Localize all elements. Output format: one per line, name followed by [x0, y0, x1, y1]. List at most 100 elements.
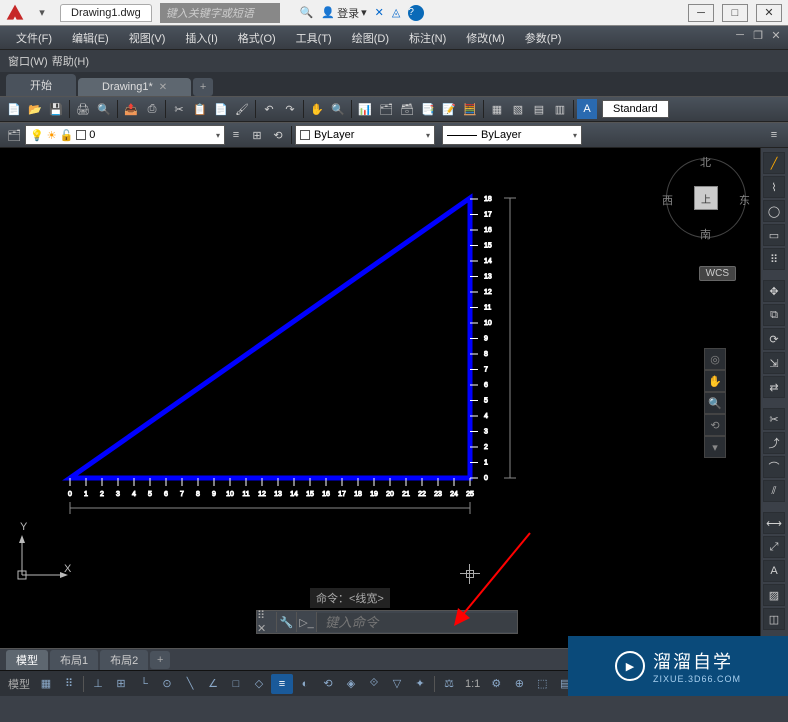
copy-tool-icon[interactable]: ⧉: [763, 304, 785, 326]
command-input[interactable]: [317, 613, 517, 632]
layer-states-icon[interactable]: ≡: [226, 125, 246, 145]
rotate-tool-icon[interactable]: ⟳: [763, 328, 785, 350]
menu-modify[interactable]: 修改(M): [458, 28, 513, 48]
app-logo[interactable]: [0, 0, 30, 26]
isodraft-icon[interactable]: ╲: [179, 674, 201, 694]
scale-label[interactable]: 1:1: [461, 678, 484, 690]
lineweight-toggle-icon[interactable]: ≡: [271, 674, 293, 694]
add-layout-button[interactable]: +: [150, 651, 170, 669]
designcenter-icon[interactable]: 🗂: [376, 99, 396, 119]
nav-show-icon[interactable]: ▾: [704, 436, 726, 458]
a360-icon[interactable]: ◬: [392, 6, 400, 19]
object-snap-icon[interactable]: ◇: [248, 674, 270, 694]
tb-icon-2[interactable]: ▧: [508, 99, 528, 119]
workspace-switch-icon[interactable]: ⚙: [485, 674, 507, 694]
menu-window[interactable]: 窗口(W): [8, 53, 48, 69]
3d-osnap-icon[interactable]: ◈: [340, 674, 362, 694]
menu-help[interactable]: 帮助(H): [52, 53, 89, 69]
units-icon[interactable]: ⬚: [531, 674, 553, 694]
menu-param[interactable]: 参数(P): [517, 28, 570, 48]
cut-icon[interactable]: ✂: [169, 99, 189, 119]
color-dropdown[interactable]: ByLayer ▾: [295, 125, 435, 145]
new-icon[interactable]: 📄: [4, 99, 24, 119]
array-tool-icon[interactable]: ⠿: [763, 248, 785, 270]
2d-osnap-icon[interactable]: □: [225, 674, 247, 694]
dynamic-input-icon[interactable]: ⊞: [110, 674, 132, 694]
textstyle-dropdown[interactable]: Standard: [602, 100, 669, 118]
save-icon[interactable]: 💾: [46, 99, 66, 119]
toolpalette-icon[interactable]: 🗃: [397, 99, 417, 119]
mdi-close-icon[interactable]: ✕: [768, 28, 784, 42]
dynamic-ucs-icon[interactable]: ⟐: [363, 674, 385, 694]
menu-view[interactable]: 视图(V): [121, 28, 174, 48]
textstyle-icon[interactable]: A: [577, 99, 597, 119]
scale-tool-icon[interactable]: ⇲: [763, 352, 785, 374]
menu-draw[interactable]: 绘图(D): [344, 28, 397, 48]
tab-close-icon[interactable]: ✕: [159, 82, 167, 93]
text-tool-icon[interactable]: A: [763, 560, 785, 582]
modelspace-label[interactable]: 模型: [4, 676, 34, 692]
quickcalc-icon[interactable]: 🧮: [460, 99, 480, 119]
help-search-input[interactable]: 键入关键字或短语: [160, 3, 280, 23]
search-icon[interactable]: 🔍: [300, 6, 314, 19]
login-button[interactable]: 👤 登录 ▾: [321, 5, 366, 21]
tab-drawing1[interactable]: Drawing1*✕: [78, 78, 191, 96]
cmdline-prompt-icon[interactable]: ▷_: [297, 612, 317, 632]
fillet-tool-icon[interactable]: ⌒: [763, 456, 785, 478]
mirror-tool-icon[interactable]: ⇄: [763, 376, 785, 398]
tab-start[interactable]: 开始: [6, 74, 76, 96]
nav-pan-icon[interactable]: ✋: [704, 370, 726, 392]
mdi-restore-icon[interactable]: ❐: [750, 28, 766, 42]
drawing-canvas[interactable]: 上 北 南 东 西 WCS ◎ ✋ 🔍 ⟲ ▾ 0123456789101112…: [0, 148, 760, 648]
cmdline-customize-icon[interactable]: 🔧: [277, 612, 297, 632]
polar-icon[interactable]: ⊙: [156, 674, 178, 694]
help-icon[interactable]: ?: [408, 5, 424, 21]
dim-aligned-icon[interactable]: ⤢: [763, 536, 785, 558]
menu-edit[interactable]: 编辑(E): [64, 28, 117, 48]
block-tool-icon[interactable]: ◫: [763, 608, 785, 630]
layout-model-tab[interactable]: 模型: [6, 650, 48, 670]
preview-icon[interactable]: 🔍: [94, 99, 114, 119]
hatch-tool-icon[interactable]: ▨: [763, 584, 785, 606]
match-icon[interactable]: 🖌: [232, 99, 252, 119]
trim-tool-icon[interactable]: ✂: [763, 408, 785, 430]
layout-2-tab[interactable]: 布局2: [100, 650, 148, 670]
infer-constraints-icon[interactable]: ⊥: [87, 674, 109, 694]
layer-iso-icon[interactable]: ⊞: [247, 125, 267, 145]
qat-dropdown-icon[interactable]: ▾: [34, 5, 50, 21]
tb-icon-4[interactable]: ▥: [550, 99, 570, 119]
viewcube[interactable]: 上 北 南 东 西: [666, 158, 746, 258]
menu-file[interactable]: 文件(F): [8, 28, 60, 48]
annotation-scale-icon[interactable]: ⚖: [438, 674, 460, 694]
viewcube-east[interactable]: 东: [739, 192, 750, 208]
transparency-icon[interactable]: ◐: [294, 674, 316, 694]
offset-tool-icon[interactable]: ⫽: [763, 480, 785, 502]
selection-filter-icon[interactable]: ▽: [386, 674, 408, 694]
viewcube-south[interactable]: 南: [700, 226, 711, 242]
linetype-dropdown[interactable]: ByLayer ▾: [442, 125, 582, 145]
nav-orbit-icon[interactable]: ⟲: [704, 414, 726, 436]
layout-1-tab[interactable]: 布局1: [50, 650, 98, 670]
redo-icon[interactable]: ↷: [280, 99, 300, 119]
layer-prev-icon[interactable]: ⟲: [268, 125, 288, 145]
layer-dropdown[interactable]: 💡 ☀ 🔓 0 ▾: [25, 125, 225, 145]
polyline-tool-icon[interactable]: ⌇: [763, 176, 785, 198]
grid-toggle-icon[interactable]: ▦: [35, 674, 57, 694]
print-icon[interactable]: 🖨: [73, 99, 93, 119]
zoom-icon[interactable]: 🔍: [328, 99, 348, 119]
markup-icon[interactable]: 📝: [439, 99, 459, 119]
close-button[interactable]: ✕: [756, 4, 782, 22]
maximize-button[interactable]: □: [722, 4, 748, 22]
undo-icon[interactable]: ↶: [259, 99, 279, 119]
tb-icon-1[interactable]: ▦: [487, 99, 507, 119]
nav-wheel-icon[interactable]: ◎: [704, 348, 726, 370]
line-tool-icon[interactable]: ╱: [763, 152, 785, 174]
annotation-monitor-icon[interactable]: ⊕: [508, 674, 530, 694]
properties-icon[interactable]: 📊: [355, 99, 375, 119]
move-tool-icon[interactable]: ✥: [763, 280, 785, 302]
viewcube-north[interactable]: 北: [700, 154, 711, 170]
publish-icon[interactable]: 📤: [121, 99, 141, 119]
sheetset-icon[interactable]: 📑: [418, 99, 438, 119]
dim-linear-icon[interactable]: ⟷: [763, 512, 785, 534]
paste-icon[interactable]: 📄: [211, 99, 231, 119]
